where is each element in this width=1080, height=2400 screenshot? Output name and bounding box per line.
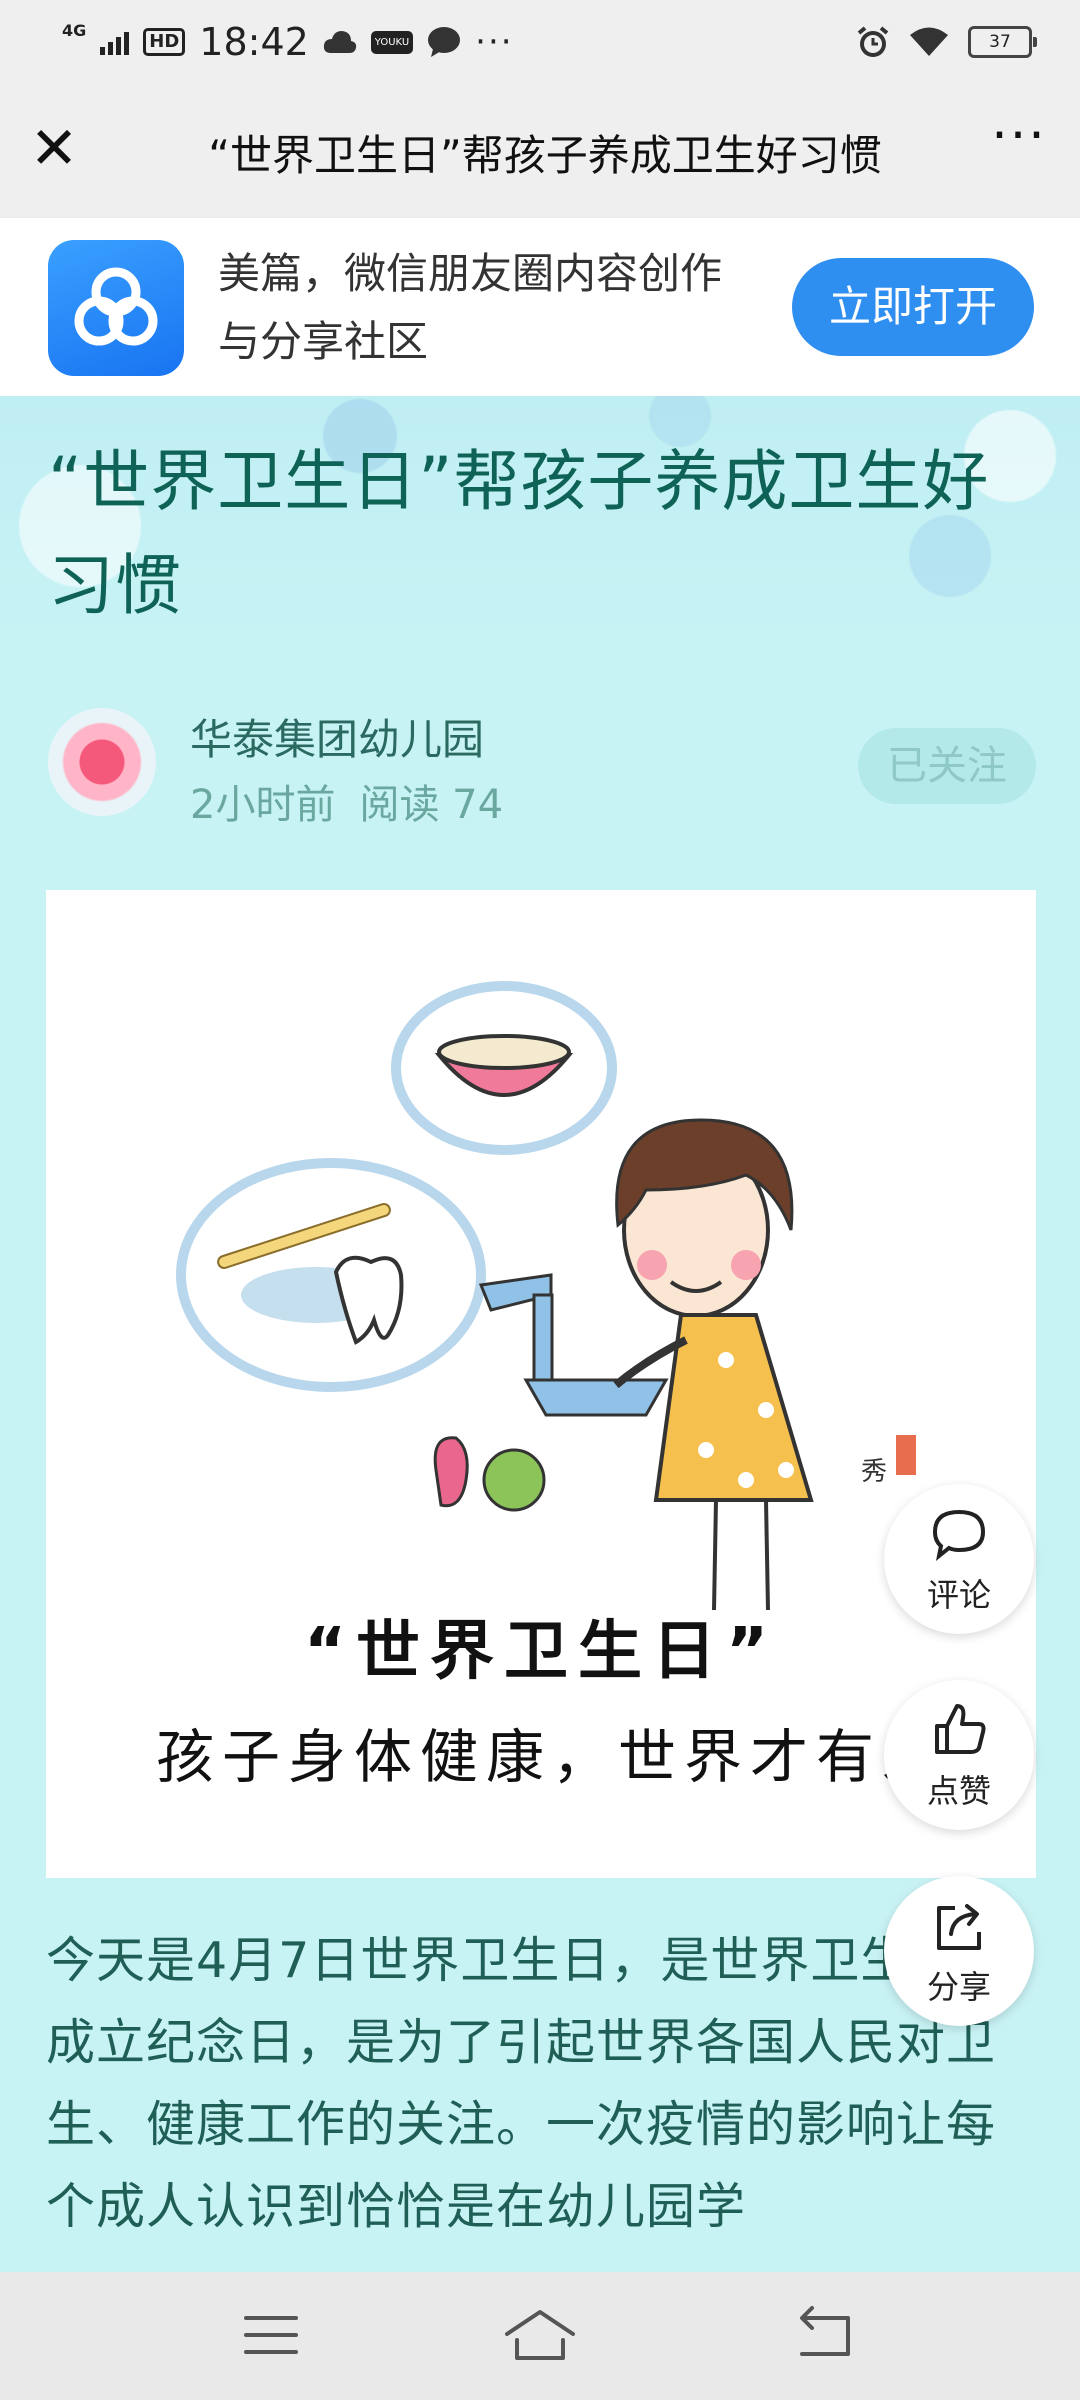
comment-label: 评论 xyxy=(926,1576,991,1614)
share-label: 分享 xyxy=(926,1968,991,2006)
status-time: 18:42 xyxy=(199,20,309,64)
title-bar: ✕ “世界卫生日”帮孩子养成卫生好习惯 ··· xyxy=(0,82,1080,218)
meipian-logo-icon xyxy=(48,240,184,376)
home-icon[interactable] xyxy=(495,2300,585,2370)
more-options-button[interactable]: ··· xyxy=(986,110,1052,172)
comment-button[interactable]: 评论 xyxy=(884,1484,1034,1634)
more-dots-icon: ··· xyxy=(475,22,514,62)
author-name[interactable]: 华泰集团幼儿园 xyxy=(190,706,484,767)
share-button[interactable]: 分享 xyxy=(884,1876,1034,2026)
menu-icon[interactable] xyxy=(226,2300,316,2370)
promo-text: 美篇，微信朋友圈内容创作与分享社区 xyxy=(218,249,723,366)
signal-icon xyxy=(100,29,130,55)
status-bar: 4G HD 18:42 YOUKU ··· 37 xyxy=(0,0,1080,82)
alarm-icon xyxy=(857,26,889,57)
follow-button[interactable]: 已关注 xyxy=(858,728,1036,804)
cloud-icon xyxy=(323,31,356,53)
open-app-button[interactable]: 立即打开 xyxy=(792,258,1034,356)
network-type: 4G xyxy=(62,20,87,40)
author-row: 华泰集团幼儿园 2小时前 阅读 74 已关注 xyxy=(48,706,1038,828)
wifi-icon xyxy=(910,27,948,56)
youku-icon: YOUKU xyxy=(370,30,414,54)
close-icon[interactable]: ✕ xyxy=(26,119,82,178)
germ-icon-green xyxy=(482,1448,546,1512)
article-title: “世界卫生日”帮孩子养成卫生好习惯 xyxy=(48,443,990,624)
read-count: 阅读 74 xyxy=(359,782,504,828)
hd-icon: HD xyxy=(143,28,186,56)
system-nav-bar xyxy=(0,2272,1080,2400)
battery-level: 37 xyxy=(989,32,1011,52)
app-promo-banner: 美篇，微信朋友圈内容创作与分享社区 立即打开 xyxy=(0,218,1080,396)
hygiene-illustration: 秀 xyxy=(176,981,916,1610)
share-icon xyxy=(937,1904,981,1950)
thumbs-up-icon xyxy=(935,1704,986,1754)
back-icon[interactable] xyxy=(778,2300,868,2370)
avatar[interactable] xyxy=(48,708,156,816)
chat-bubble-icon xyxy=(428,27,461,57)
page-title: “世界卫生日”帮孩子养成卫生好习惯 xyxy=(208,131,882,180)
artist-signature: 秀 xyxy=(861,1457,887,1487)
like-label: 点赞 xyxy=(926,1772,991,1810)
article-meta: 2小时前 阅读 74 xyxy=(190,772,527,830)
like-button[interactable]: 点赞 xyxy=(884,1680,1034,1830)
seal-stamp xyxy=(896,1435,916,1475)
post-time: 2小时前 xyxy=(190,782,336,828)
basin-icon xyxy=(523,1378,669,1417)
comment-icon xyxy=(932,1509,986,1561)
germ-icon xyxy=(433,1436,469,1508)
battery-icon: 37 xyxy=(968,26,1037,58)
